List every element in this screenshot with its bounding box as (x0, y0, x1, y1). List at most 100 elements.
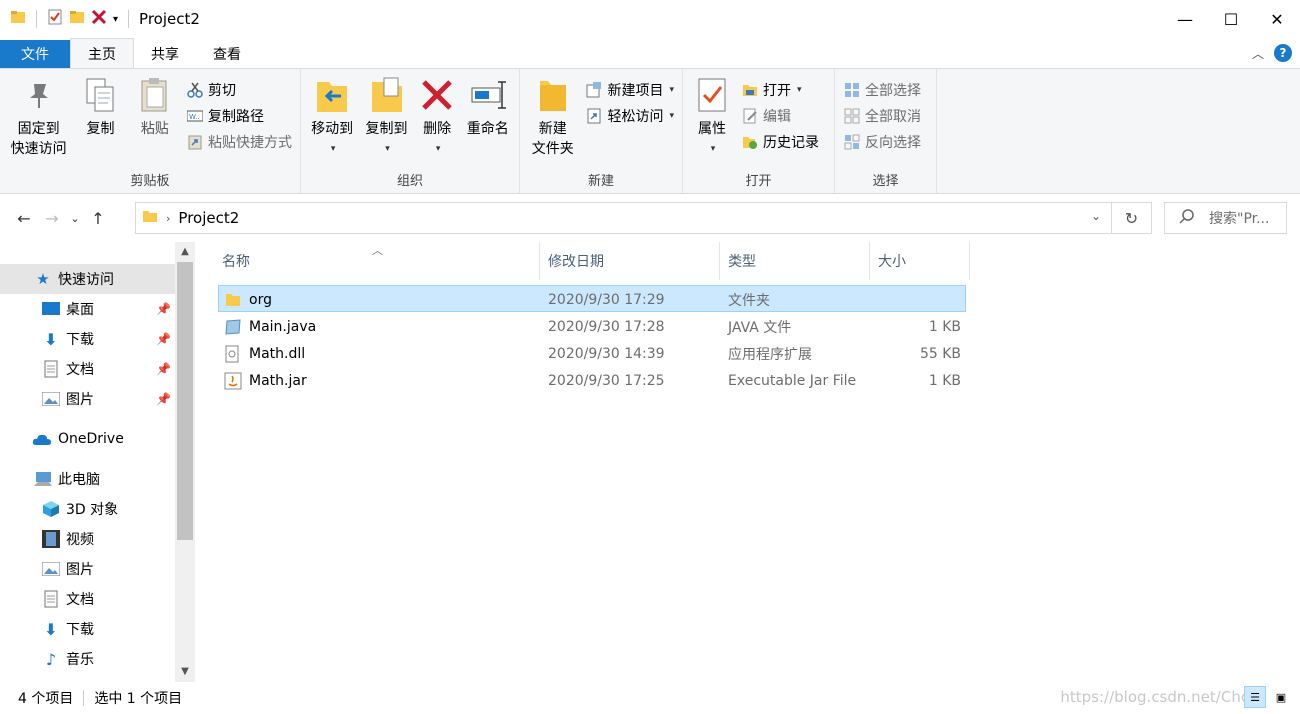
nav-onedrive[interactable]: OneDrive (0, 424, 175, 454)
dll-file-icon (225, 340, 239, 367)
file-type: JAVA 文件 (728, 319, 792, 336)
tab-home[interactable]: 主页 (70, 38, 134, 68)
edit-button[interactable]: 编辑 (741, 105, 819, 127)
delete-icon[interactable] (91, 9, 107, 29)
cube-icon (42, 500, 60, 518)
address-row: ← → ⌄ ↑ › Project2 ⌄ ↻ 搜索"Pr... (0, 194, 1300, 242)
recent-locations-icon[interactable]: ⌄ (66, 212, 84, 225)
nav-label: 视频 (66, 532, 94, 548)
file-name: Main.java (249, 318, 317, 335)
nav-label: OneDrive (58, 431, 124, 447)
copy-path-button[interactable]: W.. 复制路径 (186, 105, 292, 127)
breadcrumb-separator-icon[interactable]: › (166, 212, 170, 225)
breadcrumb-project2[interactable]: Project2 (178, 209, 239, 227)
ribbon-tabs: 文件 主页 共享 查看 ︿ ? (0, 38, 1300, 68)
nav-label: 此电脑 (58, 472, 100, 488)
nav-downloads-pc[interactable]: ⬇ 下载 (0, 614, 175, 644)
scroll-down-icon[interactable]: ▼ (175, 666, 195, 677)
window-controls: — ☐ ✕ (1162, 0, 1300, 38)
column-header-name[interactable]: 名称 (214, 242, 540, 280)
easy-access-dropdown-icon: ▾ (669, 111, 674, 121)
scroll-up-icon[interactable]: ▲ (175, 246, 195, 257)
nav-videos[interactable]: 视频 (0, 524, 175, 554)
cloud-icon (32, 430, 52, 448)
nav-desktop[interactable]: 桌面 📌 (0, 294, 175, 324)
select-none-label: 全部取消 (865, 109, 921, 125)
search-box[interactable]: 搜索"Pr... (1164, 202, 1287, 234)
file-modified: 2020/9/30 14:39 (548, 345, 665, 362)
download-arrow-icon: ⬇ (44, 329, 58, 349)
file-row-math-dll[interactable]: Math.dll 2020/9/30 14:39 应用程序扩展 55 KB (218, 340, 966, 367)
nav-downloads[interactable]: ⬇ 下载 📌 (0, 324, 175, 354)
collapse-ribbon-icon[interactable]: ︿ (1252, 45, 1264, 62)
computer-icon (34, 470, 52, 488)
customize-toolbar-icon[interactable]: ▾ (113, 14, 118, 25)
paste-icon (137, 75, 173, 115)
column-header-type[interactable]: 类型 (720, 242, 870, 280)
address-dropdown-icon[interactable]: ⌄ (1091, 209, 1101, 223)
nav-music[interactable]: ♪ 音乐 (0, 644, 175, 674)
nav-scrollbar[interactable]: ▲ ▼ (175, 242, 195, 682)
back-arrow-icon[interactable]: ← (10, 209, 38, 228)
scrollbar-thumb[interactable] (177, 262, 193, 540)
column-header-modified[interactable]: 修改日期 (540, 242, 720, 280)
tab-view[interactable]: 查看 (196, 40, 258, 68)
tab-file[interactable]: 文件 (0, 40, 70, 68)
pin-icon[interactable]: 📌 (156, 302, 171, 316)
forward-arrow-icon[interactable]: → (38, 209, 66, 228)
pin-icon[interactable]: 📌 (156, 392, 171, 406)
history-button[interactable]: 历史记录 (741, 131, 819, 153)
copy-path-label: 复制路径 (208, 109, 264, 125)
nav-pictures[interactable]: 图片 📌 (0, 384, 175, 414)
minimize-button[interactable]: — (1162, 0, 1208, 38)
nav-quick-access[interactable]: ★ 快速访问 (0, 264, 175, 294)
delete-dropdown-icon: ▾ (435, 144, 441, 154)
nav-label: 下载 (66, 332, 94, 348)
file-size: 1 KB (928, 372, 961, 389)
file-row-main-java[interactable]: Main.java 2020/9/30 17:28 JAVA 文件 1 KB (218, 313, 966, 340)
edit-label: 编辑 (763, 109, 791, 125)
refresh-button[interactable]: ↻ (1112, 202, 1152, 234)
file-row-org[interactable]: org 2020/9/30 17:29 文件夹 (218, 285, 966, 312)
nav-pictures-pc[interactable]: 图片 (0, 554, 175, 584)
nav-label: 图片 (66, 392, 94, 408)
picture-icon (42, 390, 60, 408)
address-bar[interactable]: › Project2 ⌄ (135, 202, 1112, 234)
select-none-icon (843, 107, 861, 125)
nav-documents-pc[interactable]: 文档 (0, 584, 175, 614)
delete-x-icon (419, 75, 455, 115)
navigation-list: ★ 快速访问 桌面 📌 ⬇ 下载 📌 文档 📌 图片 📌 OneDrive 此电… (0, 264, 175, 674)
close-button[interactable]: ✕ (1254, 0, 1300, 38)
nav-3d-objects[interactable]: 3D 对象 (0, 494, 175, 524)
new-item-button[interactable]: 新建项目 ▾ (585, 79, 674, 101)
properties-icon[interactable] (47, 9, 63, 29)
new-folder-icon[interactable] (69, 9, 85, 29)
cut-button[interactable]: 剪切 (186, 79, 292, 101)
nav-label: 文档 (66, 362, 94, 378)
invert-selection-button[interactable]: 反向选择 (843, 131, 921, 153)
details-view-icon[interactable]: ☰ (1244, 686, 1266, 708)
file-row-math-jar[interactable]: Math.jar 2020/9/30 17:25 Executable Jar … (218, 367, 966, 394)
column-header-size[interactable]: 大小 (870, 242, 970, 280)
pin-icon[interactable]: 📌 (156, 362, 171, 376)
maximize-button[interactable]: ☐ (1208, 0, 1254, 38)
help-icon[interactable]: ? (1274, 44, 1292, 62)
paste-shortcut-button[interactable]: 粘贴快捷方式 (186, 131, 292, 153)
new-group: 新建 文件夹 新建项目 ▾ 轻松访问 ▾ 新建 (520, 69, 683, 193)
pin-icon[interactable]: 📌 (156, 332, 171, 346)
toolbar-divider (128, 10, 130, 28)
search-icon (1179, 208, 1195, 228)
copy-icon (82, 75, 118, 115)
nav-documents[interactable]: 文档 📌 (0, 354, 175, 384)
easy-access-button[interactable]: 轻松访问 ▾ (585, 105, 674, 127)
up-arrow-icon[interactable]: ↑ (84, 209, 112, 228)
open-button[interactable]: 打开 ▾ (741, 79, 819, 101)
large-icons-view-icon[interactable]: ▣ (1270, 686, 1292, 708)
download-arrow-icon: ⬇ (44, 619, 58, 639)
select-all-button[interactable]: 全部选择 (843, 79, 921, 101)
nav-this-pc[interactable]: 此电脑 (0, 464, 175, 494)
file-name: org (249, 291, 272, 308)
select-none-button[interactable]: 全部取消 (843, 105, 921, 127)
tab-share[interactable]: 共享 (134, 40, 196, 68)
